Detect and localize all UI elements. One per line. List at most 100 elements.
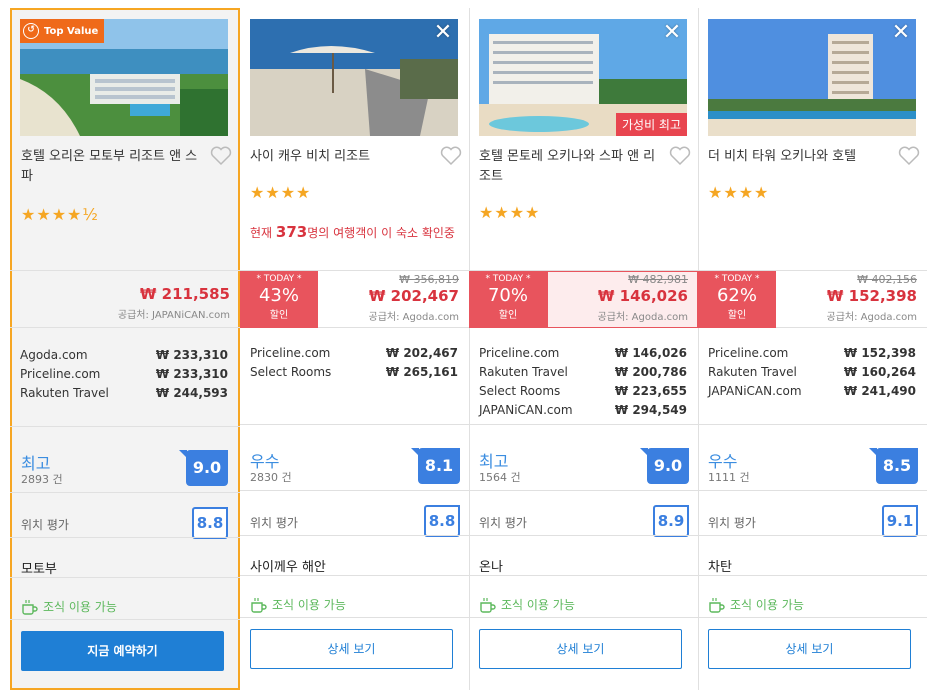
hotel-name[interactable]: 더 비치 타워 오키나와 호텔 bbox=[708, 147, 896, 167]
original-price: ₩ 482,981 bbox=[628, 273, 688, 286]
price-band[interactable]: * TODAY * 70% 할인 ₩ 482,981 ₩ 146,026 공급처… bbox=[469, 270, 698, 328]
star-rating: ★★★★ bbox=[708, 183, 770, 202]
hotel-card-orion-motobu[interactable]: ↺ Top Value 호텔 오리온 모토부 리조트 앤 스파 ★★★★½ ₩ … bbox=[10, 8, 240, 690]
divider bbox=[10, 537, 240, 538]
price-band[interactable]: * TODAY * 43% 할인 ₩ 356,819 ₩ 202,467 공급처… bbox=[240, 270, 469, 328]
location-score: 8.8 bbox=[424, 505, 460, 537]
divider bbox=[10, 619, 240, 620]
other-deals: Priceline.com ₩ 152,398 Rakuten Travel ₩ 1… bbox=[708, 344, 916, 401]
coffee-cup-icon bbox=[709, 597, 725, 613]
hotel-name[interactable]: 호텔 오리온 모토부 리조트 앤 스파 bbox=[21, 147, 209, 187]
location-score: 8.8 bbox=[192, 507, 228, 539]
heart-icon[interactable] bbox=[669, 146, 691, 166]
original-price: ₩ 402,156 bbox=[857, 273, 917, 286]
review-count[interactable]: 2893 건 bbox=[21, 471, 63, 487]
top-value-logo-icon: ↺ bbox=[23, 23, 39, 39]
star-rating: ★★★★½ bbox=[21, 205, 99, 224]
coffee-cup-icon bbox=[22, 599, 38, 615]
best-value-tag: 가성비 최고 bbox=[615, 113, 687, 136]
review-score[interactable]: 9.0 bbox=[179, 450, 228, 486]
divider bbox=[698, 490, 927, 491]
supplier-label: 공급처: JAPANiCAN.com bbox=[117, 310, 230, 321]
book-now-button[interactable]: 지금 예약하기 bbox=[21, 631, 224, 671]
review-score[interactable]: 9.0 bbox=[640, 448, 689, 484]
close-icon[interactable]: ✕ bbox=[890, 22, 912, 44]
hotel-card-sai-kaew[interactable]: ✕ 사이 캐우 비치 리조트 ★★★★ 현재 373명의 여행객이 이 숙소 확… bbox=[240, 8, 470, 690]
coffee-cup-icon bbox=[480, 597, 496, 613]
divider bbox=[240, 424, 469, 425]
supplier-label: 공급처: Agoda.com bbox=[826, 312, 917, 323]
coffee-cup-icon bbox=[251, 597, 267, 613]
divider bbox=[240, 617, 469, 618]
deal-row[interactable]: Rakuten Travel ₩ 244,593 bbox=[20, 384, 228, 403]
hotel-name[interactable]: 사이 캐우 비치 리조트 bbox=[250, 147, 438, 167]
review-count[interactable]: 1564 건 bbox=[479, 469, 521, 485]
view-details-button[interactable]: 상세 보기 bbox=[479, 629, 682, 669]
close-icon[interactable]: ✕ bbox=[661, 22, 683, 44]
view-details-button[interactable]: 상세 보기 bbox=[708, 629, 911, 669]
star-rating: ★★★★ bbox=[250, 183, 312, 202]
review-score[interactable]: 8.5 bbox=[869, 448, 918, 484]
review-count[interactable]: 2830 건 bbox=[250, 469, 292, 485]
deal-row[interactable]: Rakuten Travel ₩ 200,786 bbox=[479, 363, 687, 382]
divider bbox=[698, 575, 927, 576]
original-price: ₩ 356,819 bbox=[399, 273, 459, 286]
divider bbox=[240, 490, 469, 491]
view-details-button[interactable]: 상세 보기 bbox=[250, 629, 453, 669]
supplier-label: 공급처: Agoda.com bbox=[368, 312, 459, 323]
area-name: 온나 bbox=[479, 560, 503, 575]
breakfast-info: 조식 이용 가능 bbox=[479, 596, 575, 613]
divider bbox=[698, 424, 927, 425]
deal-row[interactable]: Agoda.com ₩ 233,310 bbox=[20, 346, 228, 365]
today-discount-badge: * TODAY * 43% 할인 bbox=[240, 271, 318, 328]
today-discount-badge: * TODAY * 70% 할인 bbox=[469, 271, 547, 328]
hotel-photo[interactable]: ✕ bbox=[250, 19, 458, 136]
deal-row[interactable]: Select Rooms ₩ 223,655 bbox=[479, 382, 687, 401]
divider bbox=[469, 490, 698, 491]
deal-row[interactable]: Rakuten Travel ₩ 160,264 bbox=[708, 363, 916, 382]
review-score[interactable]: 8.1 bbox=[411, 448, 460, 484]
hotel-name[interactable]: 호텔 몬토레 오키나와 스파 앤 리조트 bbox=[479, 147, 667, 187]
hotel-photo[interactable]: ↺ Top Value bbox=[20, 19, 228, 136]
heart-icon[interactable] bbox=[440, 146, 462, 166]
deal-row[interactable]: JAPANiCAN.com ₩ 294,549 bbox=[479, 401, 687, 420]
divider bbox=[698, 617, 927, 618]
divider bbox=[240, 575, 469, 576]
best-price[interactable]: ₩ 202,467 bbox=[369, 287, 459, 305]
best-price[interactable]: ₩ 211,585 bbox=[118, 285, 230, 303]
other-deals: Agoda.com ₩ 233,310 Priceline.com ₩ 233,31… bbox=[20, 346, 228, 403]
deal-row[interactable]: Priceline.com ₩ 146,026 bbox=[479, 344, 687, 363]
hotel-photo[interactable]: ✕ 가성비 최고 bbox=[479, 19, 687, 136]
top-value-badge: ↺ Top Value bbox=[20, 19, 105, 43]
hotel-card-monterey-okinawa[interactable]: ✕ 가성비 최고 호텔 몬토레 오키나와 스파 앤 리조트 ★★★★ * TOD… bbox=[469, 8, 699, 690]
location-score: 8.9 bbox=[653, 505, 689, 537]
deal-row[interactable]: Select Rooms ₩ 265,161 bbox=[250, 363, 458, 382]
deal-row[interactable]: Priceline.com ₩ 202,467 bbox=[250, 344, 458, 363]
review-count[interactable]: 1111 건 bbox=[708, 469, 750, 485]
deal-row[interactable]: Priceline.com ₩ 233,310 bbox=[20, 365, 228, 384]
heart-icon[interactable] bbox=[210, 146, 232, 166]
hotel-photo[interactable]: ✕ bbox=[708, 19, 916, 136]
best-price[interactable]: ₩ 152,398 bbox=[827, 287, 917, 305]
supplier-label: 공급처: Agoda.com bbox=[597, 312, 688, 323]
price-band[interactable]: ₩ 211,585 공급처: JAPANiCAN.com bbox=[10, 270, 240, 328]
deal-row[interactable]: JAPANiCAN.com ₩ 241,490 bbox=[708, 382, 916, 401]
area-name: 사이께우 해안 bbox=[250, 560, 326, 575]
divider bbox=[10, 492, 240, 493]
deal-row[interactable]: Priceline.com ₩ 152,398 bbox=[708, 344, 916, 363]
star-rating: ★★★★ bbox=[479, 203, 541, 222]
location-score: 9.1 bbox=[882, 505, 918, 537]
divider bbox=[10, 577, 240, 578]
heart-icon[interactable] bbox=[898, 146, 920, 166]
close-icon[interactable]: ✕ bbox=[432, 22, 454, 44]
divider bbox=[469, 535, 698, 536]
divider bbox=[10, 426, 240, 427]
area-name: 모토부 bbox=[21, 562, 57, 577]
best-price[interactable]: ₩ 146,026 bbox=[598, 287, 688, 305]
area-name: 차탄 bbox=[708, 560, 732, 575]
hotel-card-beach-tower-okinawa[interactable]: ✕ 더 비치 타워 오키나와 호텔 ★★★★ * TODAY * 62% 할인 … bbox=[698, 8, 928, 690]
location-rating-label: 위치 평가 bbox=[479, 516, 527, 530]
divider bbox=[469, 575, 698, 576]
price-band[interactable]: * TODAY * 62% 할인 ₩ 402,156 ₩ 152,398 공급처… bbox=[698, 270, 927, 328]
viewers-notice: 현재 373명의 여행객이 이 숙소 확인중 bbox=[250, 223, 455, 241]
